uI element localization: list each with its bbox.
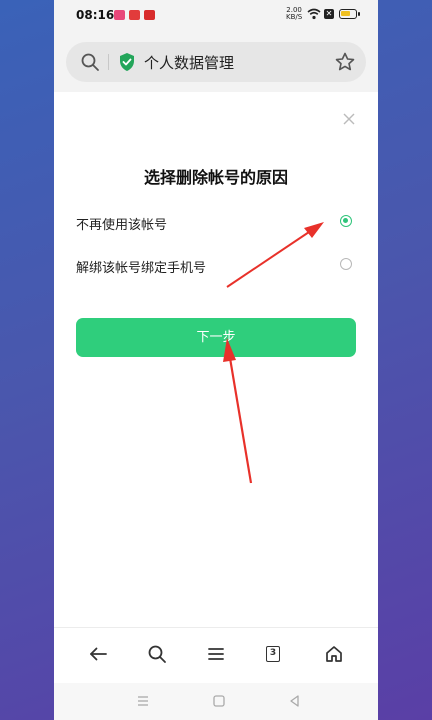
menu-icon[interactable] — [206, 644, 226, 664]
option-label: 不再使用该帐号 — [76, 218, 168, 233]
back-triangle-icon[interactable] — [288, 694, 302, 708]
option-label: 解绑该帐号绑定手机号 — [76, 261, 207, 276]
notification-app-icon — [114, 10, 125, 20]
tabs-icon[interactable]: 3 — [266, 646, 280, 662]
search-icon[interactable] — [147, 644, 167, 664]
reason-option-stop-using[interactable]: 不再使用该帐号 — [54, 204, 378, 240]
status-time: 08:16 — [76, 8, 115, 22]
next-step-button[interactable]: 下一步 — [76, 318, 356, 357]
delete-reason-dialog: 选择删除帐号的原因 不再使用该帐号 解绑该帐号绑定手机号 下一步 — [54, 92, 378, 627]
phone-screen: 08:16 2.00 KB/S ✕ 个人数据管理 选择删除帐号的原因 不再使用该… — [54, 0, 378, 720]
address-bar[interactable]: 个人数据管理 — [66, 42, 366, 82]
reason-option-unbind-phone[interactable]: 解绑该帐号绑定手机号 — [54, 247, 378, 283]
dialog-title: 选择删除帐号的原因 — [143, 168, 288, 187]
close-icon[interactable] — [342, 112, 356, 126]
sim-x-icon: ✕ — [324, 9, 334, 19]
star-icon[interactable] — [334, 51, 356, 73]
shield-check-icon — [120, 53, 134, 71]
system-navigation-bar — [54, 683, 378, 720]
browser-bottom-nav: 3 — [54, 627, 378, 684]
browser-toolbar: 个人数据管理 — [54, 30, 378, 92]
notification-app-icon — [129, 10, 140, 20]
radio-unselected[interactable] — [340, 258, 352, 270]
battery-icon — [339, 9, 360, 19]
wifi-icon — [307, 8, 321, 20]
network-speed: 2.00 KB/S — [286, 7, 302, 21]
home-button-icon[interactable] — [212, 694, 226, 708]
network-speed-unit: KB/S — [286, 13, 303, 21]
notification-app-icon — [144, 10, 155, 20]
recent-apps-icon[interactable] — [136, 694, 150, 708]
radio-selected[interactable] — [340, 215, 352, 227]
back-arrow-icon[interactable] — [88, 644, 108, 664]
search-icon[interactable] — [80, 52, 100, 72]
page-title[interactable]: 个人数据管理 — [144, 52, 234, 73]
status-bar: 08:16 2.00 KB/S ✕ — [54, 0, 378, 30]
home-icon[interactable] — [324, 644, 344, 664]
address-separator — [108, 54, 109, 70]
